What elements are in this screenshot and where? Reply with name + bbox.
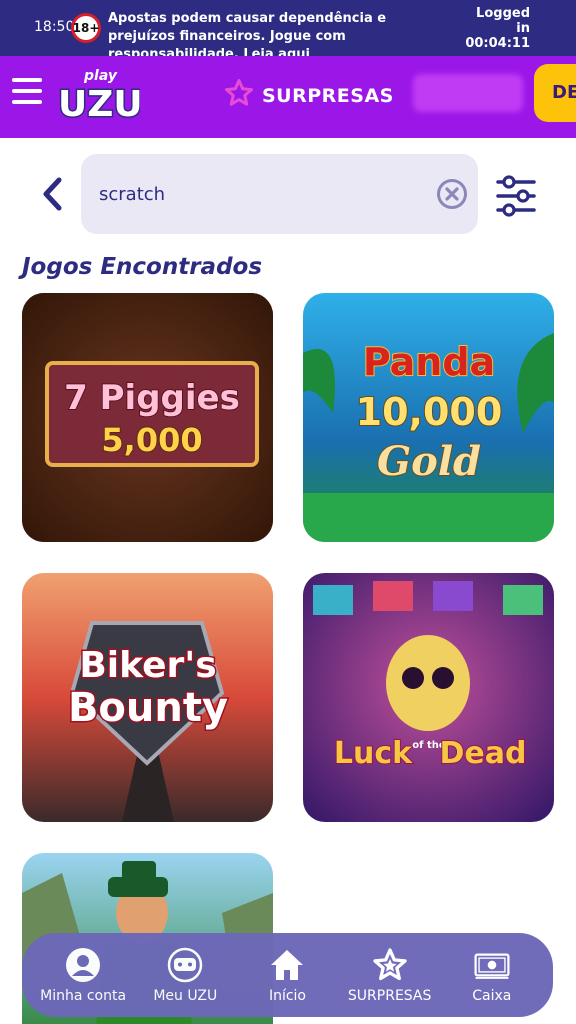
filter-sliders-icon[interactable] — [495, 174, 537, 218]
nav-label: Minha conta — [40, 988, 127, 1004]
clock: 18:50 — [34, 19, 75, 35]
nav-label: SURPRESAS — [347, 988, 432, 1004]
session-info: Logged in 00:04:11 — [465, 6, 530, 51]
deposit-button[interactable]: DE — [534, 64, 576, 122]
user-icon — [64, 946, 102, 984]
game-title-line2: Bounty — [68, 685, 228, 731]
clear-search-icon[interactable] — [436, 178, 468, 210]
uzu-icon — [166, 946, 204, 984]
game-title-line2: 5,000 — [101, 421, 202, 459]
top-header: play UZU SURPRESAS DE — [0, 56, 576, 138]
game-tile-panda-10000-gold[interactable]: Panda 10,000 Gold — [303, 293, 554, 542]
age-restriction-badge: 18+ — [71, 13, 101, 43]
star-icon — [371, 946, 409, 984]
game-title-line2: 10,000 — [356, 390, 503, 434]
playuzu-logo[interactable]: play UZU — [56, 64, 145, 128]
nav-meu-uzu[interactable]: Meu UZU — [135, 946, 235, 1004]
nav-surpresas[interactable]: SURPRESAS — [340, 946, 440, 1004]
status-bar: 18:50 18+ Apostas podem causar dependênc… — [0, 0, 576, 62]
home-icon — [268, 946, 306, 984]
surpresas-link[interactable]: SURPRESAS — [224, 78, 394, 113]
game-title-line3: Dead — [440, 736, 527, 771]
game-title-line1: Biker's — [79, 645, 216, 686]
nav-label: Meu UZU — [153, 988, 218, 1004]
game-tile-bikers-bounty[interactable]: Biker's Bounty — [22, 573, 273, 822]
nav-label: Caixa — [472, 988, 512, 1004]
back-arrow-icon[interactable] — [36, 176, 68, 212]
page: 18:50 18+ Apostas podem causar dependênc… — [0, 0, 576, 1024]
search-input[interactable] — [99, 179, 419, 209]
nav-caixa[interactable]: Caixa — [442, 946, 542, 1004]
surpresas-label: SURPRESAS — [262, 84, 394, 107]
hamburger-menu-icon[interactable] — [12, 78, 42, 104]
logged-in-label: Logged in — [476, 6, 530, 36]
game-tile-luck-of-the-dead[interactable]: Luck of the Dead — [303, 573, 554, 822]
search-box — [81, 154, 478, 234]
star-icon — [224, 78, 254, 113]
logo-uzu-text: UZU — [58, 84, 140, 125]
results-heading: Jogos Encontrados — [22, 254, 263, 280]
blurred-balance — [413, 74, 523, 112]
game-title-line1: Luck — [334, 736, 413, 771]
nav-label: Início — [268, 988, 306, 1004]
game-title-line3: Gold — [377, 438, 481, 485]
game-tile-7-piggies[interactable]: 7 Piggies 5,000 — [22, 293, 273, 542]
nav-inicio[interactable]: Início — [237, 946, 337, 1004]
game-title-line1: Panda — [363, 340, 495, 384]
game-title-line1: 7 Piggies — [64, 378, 240, 418]
nav-minha-conta[interactable]: Minha conta — [33, 946, 133, 1004]
cash-icon — [473, 946, 511, 984]
session-timer: 00:04:11 — [465, 36, 530, 51]
logo-play-text: play — [83, 68, 118, 84]
bottom-navigation: Minha conta Meu UZU Início SURPRESAS Cai… — [22, 933, 553, 1017]
